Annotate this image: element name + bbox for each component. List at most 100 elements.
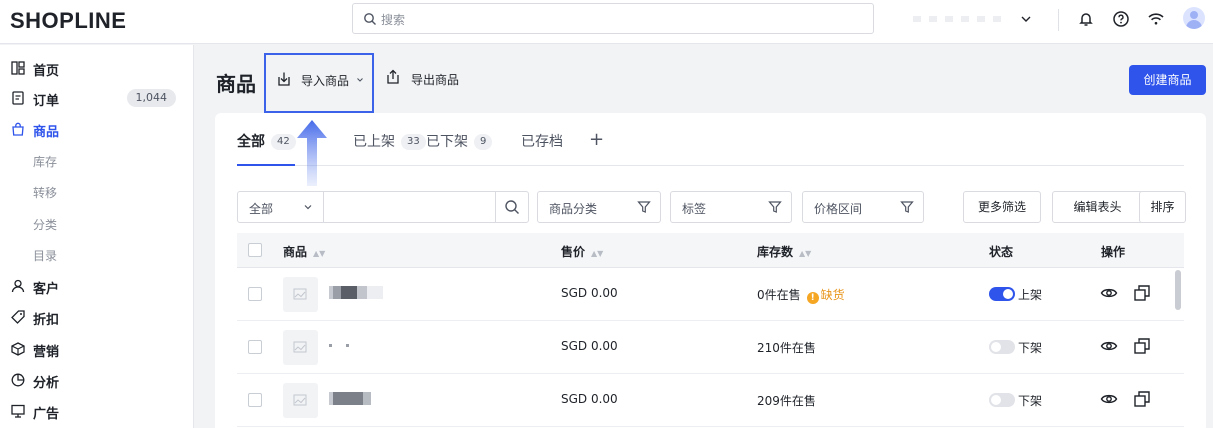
bell-icon[interactable] [1077,10,1095,28]
duplicate-icon[interactable] [1133,390,1151,408]
duplicate-icon[interactable] [1133,284,1151,302]
sidebar-item-marketing[interactable]: 营销 [0,334,194,365]
wifi-icon[interactable] [1147,10,1165,28]
ad-icon [11,404,25,418]
page-title: 商品 [216,72,256,96]
tags-filter[interactable]: 标签 [670,191,792,223]
filter-icon [637,201,651,213]
cube-icon [11,342,25,356]
sidebar-item-label: 客户 [33,282,60,297]
scope-select[interactable]: 全部 [237,191,324,223]
product-stock: 0件在售! 缺货 [757,288,845,304]
column-stock[interactable]: 库存数 ▲▼ [757,243,811,260]
sidebar-item-ads[interactable]: 广告 [0,396,194,427]
status-toggle[interactable] [989,393,1015,407]
product-stock: 209件在售 [757,394,816,408]
search-button[interactable] [495,191,529,223]
table-row[interactable]: SGD 0.00 210件在售 下架 [237,321,1184,374]
shopline-logo[interactable]: SHOPLINE [10,8,126,34]
import-products-button[interactable]: 导入商品 [264,53,374,113]
search-placeholder: 搜索 [381,13,406,27]
product-stock: 210件在售 [757,341,816,355]
tab-active[interactable]: 已上架 33 [353,131,426,153]
column-price[interactable]: 售价 ▲▼ [561,243,603,260]
product-price: SGD 0.00 [561,339,618,353]
tab-archived[interactable]: 已存档 [521,131,563,153]
category-filter[interactable]: 商品分类 [537,191,661,223]
scrollbar[interactable] [1175,270,1181,310]
view-icon[interactable] [1100,337,1118,355]
upload-icon [387,69,399,84]
tab-count: 33 [401,134,426,150]
product-search-input[interactable] [323,191,496,223]
chevron-down-icon[interactable] [1020,13,1032,25]
sidebar-item-label: 订单 [33,94,60,109]
edit-columns-button[interactable]: 编辑表头 [1052,191,1143,223]
import-label: 导入商品 [301,74,350,88]
product-name-redacted[interactable] [329,391,371,405]
tab-all[interactable]: 全部 42 [237,131,296,153]
product-price: SGD 0.00 [561,286,618,300]
product-name-redacted[interactable] [329,338,349,352]
arrow-up-annotation-icon [297,120,327,186]
search-icon [505,200,519,214]
sort-icon: ▲▼ [799,249,812,258]
product-thumbnail [283,277,318,312]
filter-icon [900,201,914,213]
search-input[interactable]: 搜索 [352,3,874,34]
top-bar: SHOPLINE 搜索 [0,0,1213,44]
status-toggle[interactable] [989,340,1015,354]
export-label: 导出商品 [411,73,460,87]
product-name-redacted[interactable] [329,285,383,299]
sidebar-sub-catalogs[interactable]: 目录 [33,247,57,264]
sidebar-item-home[interactable]: 首页 [0,53,194,84]
product-thumbnail [283,383,318,418]
view-icon[interactable] [1100,390,1118,408]
sidebar-item-label: 营销 [33,345,60,360]
sort-button[interactable]: 排序 [1139,191,1186,223]
sidebar-item-orders[interactable]: 订单 1,044 [0,83,194,114]
row-checkbox[interactable] [248,340,262,354]
store-selector[interactable] [913,11,1013,25]
more-filters-button[interactable]: 更多筛选 [963,191,1041,223]
sidebar-item-customers[interactable]: 客户 [0,271,194,302]
tab-inactive[interactable]: 已下架 9 [426,131,493,153]
help-icon[interactable] [1112,10,1130,28]
view-icon[interactable] [1100,284,1118,302]
sidebar-item-label: 分析 [33,376,60,391]
sidebar-item-products[interactable]: 商品 [0,114,194,145]
sidebar-item-analytics[interactable]: 分析 [0,365,194,396]
table-row[interactable]: SGD 0.00 209件在售 下架 [237,374,1184,427]
sidebar: 首页 订单 1,044 商品 库存 转移 分类 目录 客户 折扣 营销 分析 广… [0,45,194,428]
create-product-button[interactable]: 创建商品 [1129,65,1206,95]
sidebar-sub-categories[interactable]: 分类 [33,216,57,233]
bag-icon [12,122,24,136]
sidebar-item-label: 折扣 [33,313,60,328]
row-checkbox[interactable] [248,287,262,301]
column-product[interactable]: 商品 ▲▼ [283,243,325,260]
avatar[interactable] [1183,7,1205,29]
row-checkbox[interactable] [248,393,262,407]
duplicate-icon[interactable] [1133,337,1151,355]
status-toggle[interactable] [989,287,1015,301]
chevron-down-icon [304,205,312,210]
add-tab-button[interactable]: + [589,129,604,150]
image-placeholder-icon [293,341,307,353]
sidebar-sub-inventory[interactable]: 库存 [33,153,57,170]
table-row[interactable]: SGD 0.00 0件在售! 缺货 上架 [237,268,1184,321]
order-icon [12,91,24,105]
select-all-checkbox[interactable] [248,243,262,257]
sidebar-item-discounts[interactable]: 折扣 [0,302,194,333]
chart-icon [11,373,25,387]
warning-icon: ! [806,292,819,304]
download-icon [278,72,290,86]
sidebar-sub-transfers[interactable]: 转移 [33,184,57,201]
price-range-filter[interactable]: 价格区间 [802,191,924,223]
product-list-card: 全部 42 已上架 33 已下架 9 已存档 + 全部 商品分类 标签 价格区间 更多… [215,113,1206,428]
product-thumbnail [283,330,318,365]
order-count-badge: 1,044 [126,89,176,107]
tag-icon [11,310,25,324]
sort-icon: ▲▼ [313,249,326,258]
status-label: 上架 [1018,288,1043,302]
out-of-stock-label: 缺货 [820,288,845,302]
